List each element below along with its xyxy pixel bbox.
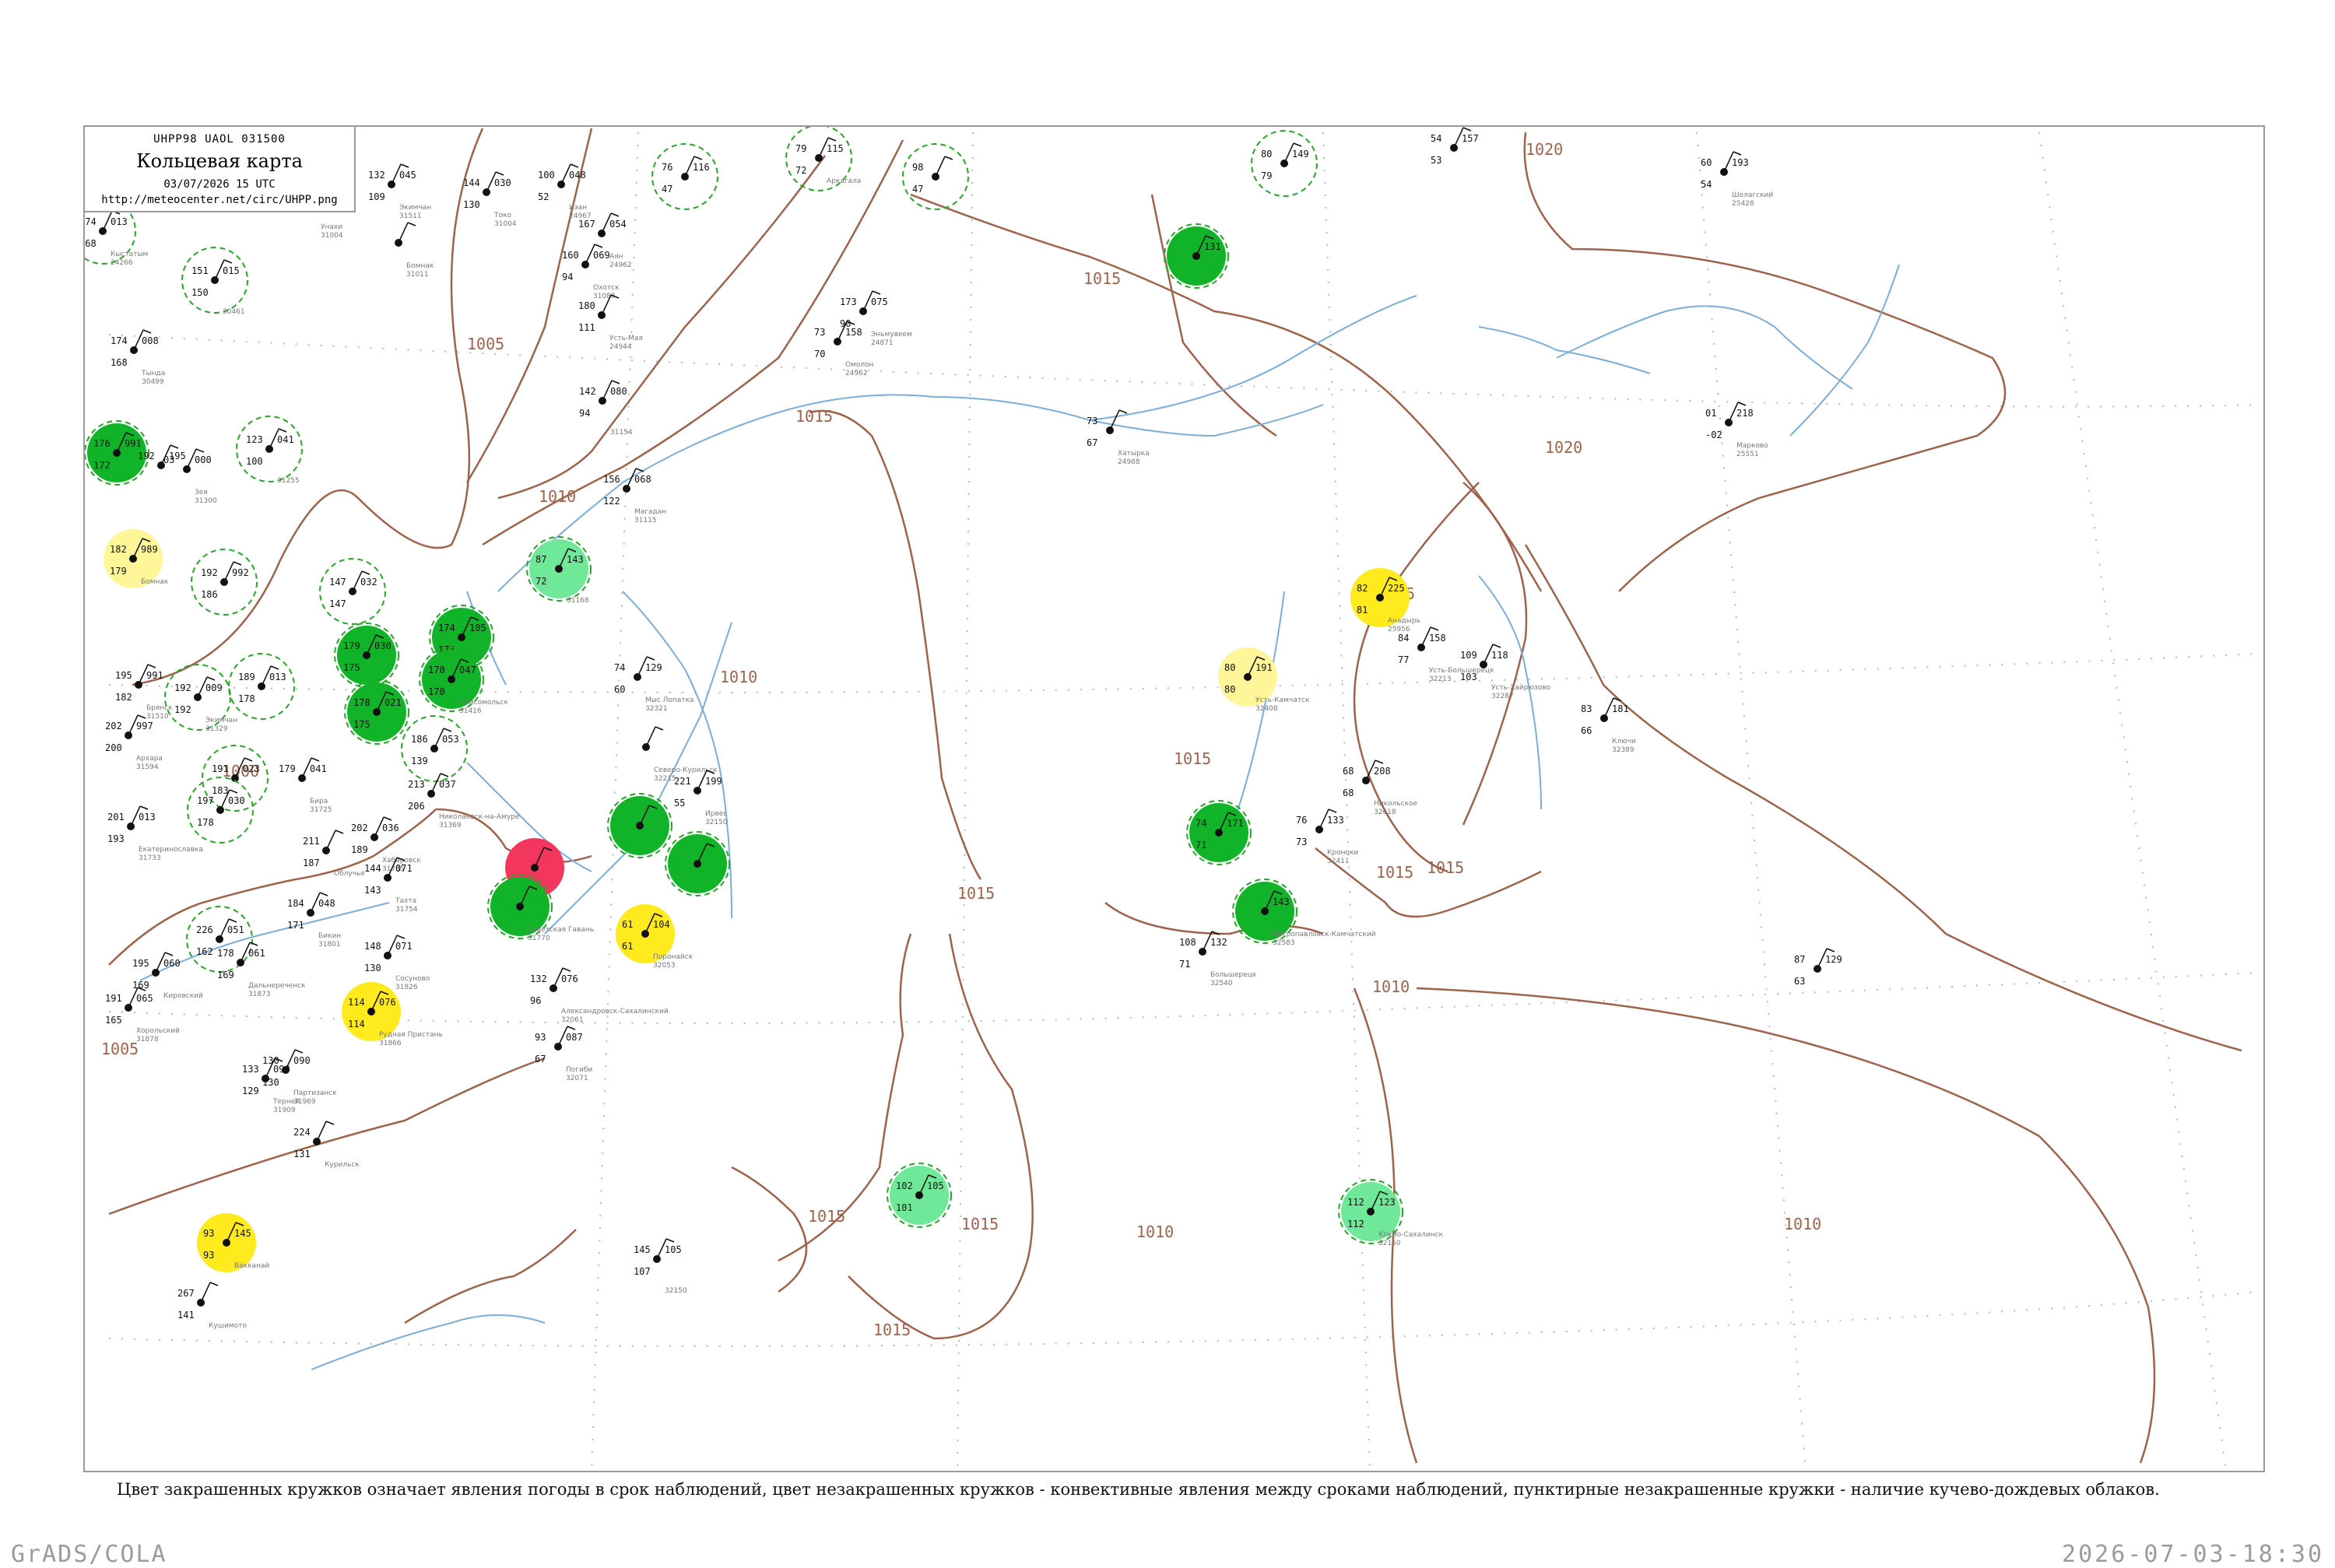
map-title-box: UHPP98 UAOL 031500 Кольцевая карта 03/07…: [83, 125, 356, 212]
footer-software: GrADS/COLA: [11, 1541, 167, 1568]
legend-caption: Цвет закрашенных кружков означает явлени…: [117, 1480, 2160, 1499]
map-url[interactable]: http://meteocenter.net/circ/UHPP.png: [85, 194, 354, 206]
map-frame: [83, 125, 2265, 1472]
footer-timestamp: 2026-07-03-18:30: [2062, 1541, 2324, 1568]
map-title: Кольцевая карта: [136, 150, 303, 172]
map-date: 03/07/2026 15 UTC: [163, 178, 276, 191]
bulletin-code: UHPP98 UAOL 031500: [153, 133, 286, 146]
